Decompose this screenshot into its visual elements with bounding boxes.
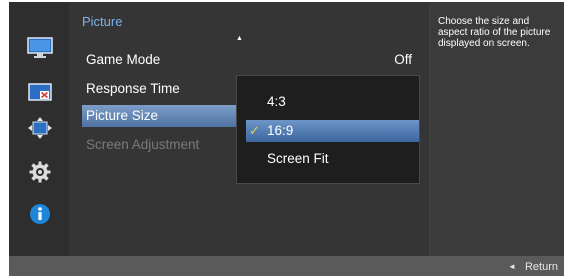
help-panel: Choose the size and aspect ratio of the … [430, 2, 564, 256]
picture-icon[interactable] [27, 36, 53, 60]
checkmark-icon: ✓ [249, 123, 260, 138]
scroll-up-arrow-icon[interactable]: ▲ [236, 35, 243, 43]
option-label: Screen Fit [267, 151, 329, 166]
return-label: Return [524, 261, 558, 273]
option-4-3[interactable]: 4:3 [246, 91, 419, 113]
option-label: 4:3 [267, 94, 286, 109]
menu-item-label: Picture Size [86, 108, 159, 123]
menu-item-label: Response Time [86, 81, 180, 96]
menu-item-value: Off [394, 52, 412, 67]
help-text: Choose the size and aspect ratio of the … [438, 16, 551, 49]
return-button[interactable]: ◄ Return [508, 261, 558, 273]
footer-bar: ◄ Return [9, 256, 564, 276]
menu-item-picture-size[interactable]: Picture Size [82, 105, 238, 127]
sidebar [9, 2, 69, 256]
information-icon[interactable] [27, 202, 53, 226]
menu-item-label: Screen Adjustment [86, 137, 200, 152]
option-label: 16:9 [267, 123, 294, 138]
onscreen-display-icon[interactable] [27, 80, 53, 104]
option-screen-fit[interactable]: Screen Fit [246, 148, 419, 170]
return-arrow-icon: ◄ [508, 262, 516, 271]
menu-item-label: Game Mode [86, 52, 161, 67]
system-gear-icon[interactable] [27, 160, 53, 184]
picture-size-dropdown: 4:3 ✓ 16:9 Screen Fit [236, 75, 420, 184]
menu-title: Picture [82, 14, 123, 29]
option-16-9[interactable]: ✓ 16:9 [246, 120, 419, 142]
position-arrows-icon[interactable] [27, 116, 53, 140]
menu-item-game-mode[interactable]: Game Mode Off [82, 49, 412, 71]
